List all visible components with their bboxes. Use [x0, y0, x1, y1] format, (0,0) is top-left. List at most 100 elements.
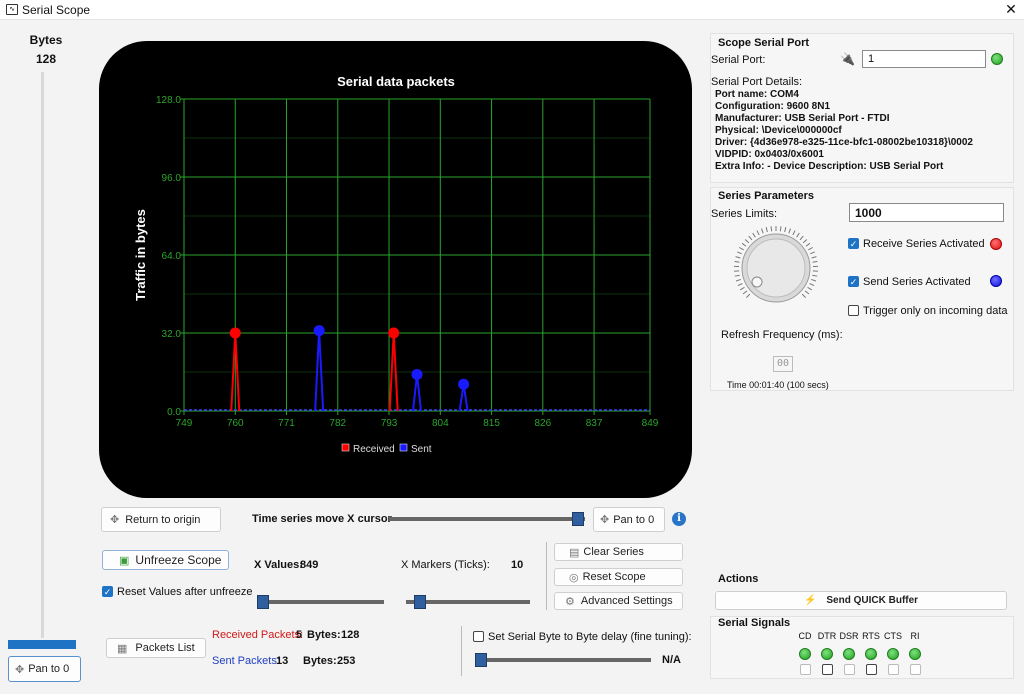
bytes-slider-fill[interactable] — [8, 640, 76, 649]
knob-tick — [765, 227, 768, 233]
signal-label: DSR — [839, 631, 859, 641]
lcd-display: 00 — [773, 356, 793, 372]
y-tick-label: 64.0 — [162, 251, 182, 262]
chart-ticks: 749 760 771 782 793 804 815 826 837 849 0.0 32.0 64.… — [156, 95, 659, 429]
knob-tick — [784, 227, 787, 233]
x-tick-label: 849 — [642, 418, 659, 429]
port-status-led — [991, 53, 1003, 65]
sent-packets-label: Sent Packets: — [212, 655, 280, 667]
divider — [461, 626, 462, 676]
refresh-frequency-knob[interactable] — [730, 226, 822, 310]
bytes-vertical-slider[interactable] — [41, 72, 44, 638]
series-point — [458, 378, 470, 390]
knob-tick — [779, 226, 782, 232]
byte-delay-slider[interactable] — [475, 658, 651, 662]
serial-port-label: Serial Port: — [711, 54, 766, 66]
byte-delay-value: N/A — [662, 654, 681, 666]
clear-icon: ▤ — [569, 546, 580, 559]
x-values-label: X Values: — [254, 559, 303, 571]
knob-tick — [745, 293, 751, 299]
signal-checkbox — [843, 664, 855, 675]
series-point — [388, 327, 400, 339]
received-packets-label: Received Packets: — [212, 629, 304, 641]
window-title: Serial Scope — [22, 3, 91, 17]
close-icon[interactable]: ✕ — [1003, 1, 1019, 18]
send-series-checkbox[interactable]: ✓ — [848, 276, 859, 287]
signal-rts: RTS — [861, 631, 881, 675]
byte-delay-label: Set Serial Byte to Byte delay (fine tuni… — [488, 631, 692, 643]
knob-tick — [801, 293, 807, 299]
detail-line: Manufacturer: USB Serial Port - FTDI — [715, 113, 890, 124]
knob-tick — [760, 228, 764, 234]
byte-delay-checkbox[interactable] — [473, 631, 484, 642]
chart-series — [184, 325, 650, 412]
packets-list-button[interactable]: ▦ Packets List — [106, 638, 206, 658]
x-values-slider-thumb[interactable] — [257, 595, 269, 609]
pan-icon: ✥ — [15, 663, 25, 676]
series-limits-input[interactable]: 1000 — [849, 203, 1004, 222]
signal-label: RI — [910, 631, 920, 641]
pan-icon: ✥ — [600, 514, 610, 526]
pan-to-0-label: Pan to 0 — [613, 513, 655, 526]
left-pan-to-0-button[interactable]: ✥ Pan to 0 — [8, 656, 81, 682]
send-quick-buffer-button[interactable]: ⚡ Send QUICK Buffer — [715, 591, 1007, 610]
knob-tick — [788, 228, 792, 234]
series-point — [411, 368, 423, 380]
detail-line: Configuration: 9600 8N1 — [715, 101, 831, 112]
series-parameters-title: Series Parameters — [718, 190, 815, 202]
advanced-settings-label: Advanced Settings — [580, 595, 673, 607]
time-series-slider[interactable] — [389, 517, 585, 521]
knob-tick — [748, 235, 753, 241]
pan-to-0-button[interactable]: ✥ Pan to 0 — [593, 507, 665, 532]
trigger-incoming-checkbox[interactable] — [848, 305, 859, 316]
trigger-incoming-label: Trigger only on incoming data — [863, 305, 1008, 317]
sent-packets-value: 13 — [276, 655, 289, 667]
advanced-settings-button[interactable]: ⚙ Advanced Settings — [554, 592, 683, 610]
serial-port-input[interactable]: 1 — [862, 50, 986, 68]
knob-tick — [811, 278, 817, 282]
time-series-slider-thumb[interactable] — [572, 512, 584, 526]
knob-tick — [805, 242, 811, 247]
knob-tick — [735, 278, 741, 282]
series-spike — [314, 330, 325, 412]
knob-tick — [809, 251, 815, 255]
y-tick-label: 128.0 — [156, 95, 181, 106]
received-bytes-label: Bytes: — [307, 629, 341, 641]
knob-tick — [807, 286, 813, 291]
detail-line: VIDPID: 0x0403/0x6001 — [715, 149, 824, 160]
x-values-slider[interactable] — [257, 600, 384, 604]
scope-chart: Serial data packets Traffic in bytes 749… — [133, 74, 659, 455]
series-limits-label: Series Limits: — [711, 208, 778, 220]
info-icon[interactable]: i — [672, 512, 686, 526]
knob-tick — [739, 247, 744, 251]
knob-tick — [812, 274, 818, 277]
detail-line: Physical: \Device\000000cf — [715, 125, 842, 136]
unfreeze-scope-button[interactable]: ▣ Unfreeze Scope — [102, 550, 229, 570]
scope-chart-area: Serial data packets Traffic in bytes 749… — [99, 41, 692, 498]
x-tick-label: 749 — [176, 418, 193, 429]
receive-series-checkbox[interactable]: ✓ — [848, 238, 859, 249]
chart-grid — [180, 98, 651, 415]
knob-tick — [737, 251, 743, 255]
signal-led — [799, 648, 811, 660]
x-markers-slider-thumb[interactable] — [414, 595, 426, 609]
chart-title: Serial data packets — [337, 74, 455, 89]
signal-led — [821, 648, 833, 660]
reset-values-checkbox[interactable]: ✓ — [102, 586, 113, 597]
signal-dsr: DSR — [839, 631, 859, 675]
byte-delay-slider-thumb[interactable] — [475, 653, 487, 667]
reset-scope-button[interactable]: ◎ Reset Scope — [554, 568, 683, 586]
signal-checkbox[interactable] — [865, 664, 877, 675]
legend-swatch — [341, 443, 350, 452]
knob-tick — [752, 232, 756, 238]
knob-tick — [804, 290, 810, 295]
serial-port-details-label: Serial Port Details: — [711, 76, 803, 88]
left-pan-label: Pan to 0 — [28, 663, 70, 675]
signal-checkbox[interactable] — [821, 664, 833, 675]
x-tick-label: 760 — [227, 418, 244, 429]
unfreeze-label: Unfreeze Scope — [135, 553, 222, 567]
clear-series-button[interactable]: ▤ Clear Series — [554, 543, 683, 561]
x-tick-label: 793 — [381, 418, 398, 429]
return-to-origin-button[interactable]: ✥ Return to origin — [101, 507, 221, 532]
serial-port-details-list: Port name: COM4 Configuration: 9600 8N1 … — [715, 89, 973, 173]
